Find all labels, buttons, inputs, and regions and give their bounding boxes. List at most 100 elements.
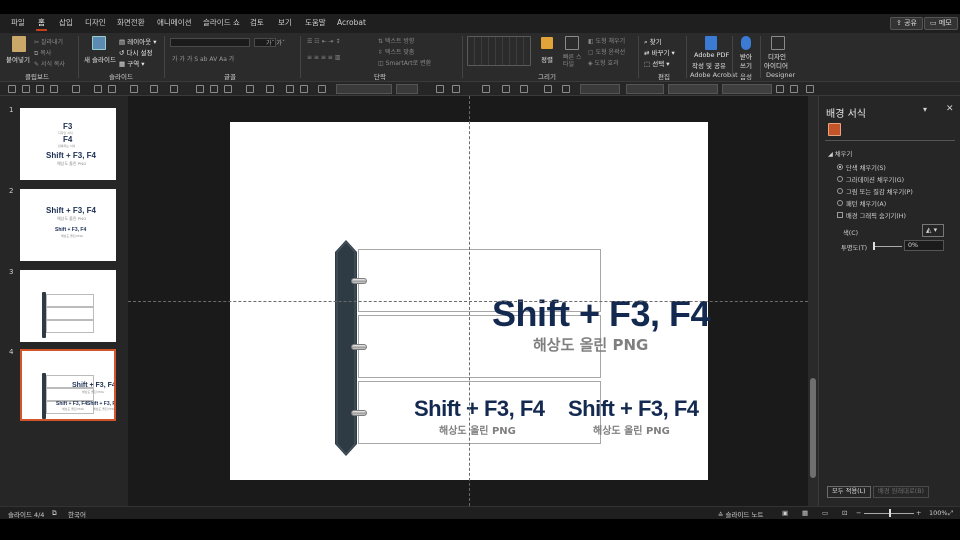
format-painter-button[interactable]: ✎ 서식 복사 — [34, 59, 65, 68]
tab-file[interactable]: 파일 — [9, 17, 27, 31]
slide-subtext-left[interactable]: 해상도 올린 PNG — [439, 422, 516, 437]
shapes-gallery[interactable] — [467, 36, 531, 66]
tab-slideshow[interactable]: 슬라이드 쇼 — [201, 17, 242, 31]
toolbar-icon[interactable] — [8, 85, 16, 93]
toolbar-combo[interactable] — [626, 84, 664, 94]
arrange-icon[interactable] — [541, 37, 553, 49]
tab-home[interactable]: 홈 — [36, 17, 47, 31]
toolbar-icon[interactable] — [210, 85, 218, 93]
toolbar-icon[interactable] — [544, 85, 552, 93]
designer-icon[interactable] — [771, 36, 785, 50]
apply-to-all-button[interactable]: 모두 적용(L) — [827, 486, 871, 498]
normal-view-icon[interactable]: ▣ — [782, 509, 788, 517]
shape-fill-button[interactable]: ◧ 도형 채우기 — [588, 36, 625, 45]
notes-button[interactable]: ≙ 슬라이드 노트 — [718, 509, 763, 519]
scrollbar-thumb[interactable] — [810, 378, 816, 478]
quick-styles-icon[interactable] — [565, 36, 579, 50]
toolbar-combo[interactable] — [668, 84, 718, 94]
new-slide-icon[interactable] — [92, 36, 106, 50]
font-format-row[interactable]: 가 가 가 S ab AV Aa 가 — [172, 54, 234, 63]
slide-subtitle[interactable]: 해상도 올린 PNG — [533, 334, 648, 355]
toolbar-icon[interactable] — [170, 85, 178, 93]
paste-button[interactable]: 붙여넣기 — [6, 54, 30, 64]
align-buttons[interactable]: ≡ ≡ ≡ ≡ ▥ — [307, 54, 340, 61]
slide-title[interactable]: Shift + F3, F4 — [492, 293, 711, 335]
solid-fill-radio[interactable] — [837, 164, 843, 170]
horizontal-guide[interactable] — [128, 301, 808, 302]
zoom-in-icon[interactable]: + — [916, 509, 921, 517]
reading-view-icon[interactable]: ▭ — [822, 509, 828, 517]
toolbar-icon[interactable] — [36, 85, 44, 93]
shape-outline-button[interactable]: ▢ 도형 윤곽선 — [588, 47, 625, 56]
slide-thumbnail-1[interactable]: F3 디자인 서식 F4 반복되는 서식 Shift + F3, F4 해상도 … — [20, 108, 116, 180]
toolbar-icon[interactable] — [50, 85, 58, 93]
transparency-slider-handle[interactable] — [873, 242, 875, 250]
pattern-fill-radio[interactable] — [837, 200, 843, 206]
copy-button[interactable]: ⧉ 복사 — [34, 48, 51, 58]
share-button[interactable]: ⇪ 공유 — [890, 17, 923, 30]
transparency-slider[interactable] — [874, 246, 902, 247]
replace-button[interactable]: ⇄ 바꾸기 ▾ — [644, 47, 675, 57]
toolbar-icon[interactable] — [130, 85, 138, 93]
toolbar-icon[interactable] — [776, 85, 784, 93]
zoom-level[interactable]: 100% — [929, 509, 948, 517]
toolbar-icon[interactable] — [22, 85, 30, 93]
toolbar-combo[interactable] — [396, 84, 418, 94]
slide-sorter-icon[interactable]: ▦ — [802, 509, 808, 517]
slide-text-left[interactable]: Shift + F3, F4 — [414, 396, 545, 422]
list-buttons[interactable]: ☰ ☷ ⇤ ⇥ ↕ — [307, 38, 340, 45]
tab-help[interactable]: 도움말 — [303, 17, 328, 31]
gradient-fill-radio[interactable] — [837, 176, 843, 182]
toolbar-icon[interactable] — [266, 85, 274, 93]
toolbar-combo[interactable] — [580, 84, 620, 94]
tab-view[interactable]: 보기 — [276, 17, 294, 31]
tab-insert[interactable]: 삽입 — [57, 17, 75, 31]
paste-icon[interactable] — [12, 36, 26, 52]
slide-thumbnail-3[interactable] — [20, 270, 116, 342]
toolbar-icon[interactable] — [108, 85, 116, 93]
zoom-slider-handle[interactable] — [889, 509, 891, 517]
adobe-pdf-button[interactable]: Adobe PDF — [694, 51, 729, 59]
microphone-icon[interactable] — [741, 36, 751, 50]
reset-button[interactable]: ↺ 다시 설정 — [119, 47, 153, 57]
picture-fill-radio[interactable] — [837, 188, 843, 194]
slide-thumbnail-4[interactable]: Shift + F3, F4 해상도 올린 PNG Shift + F3, F4… — [20, 349, 116, 421]
arrange-button[interactable]: 정렬 — [541, 54, 553, 64]
cut-button[interactable]: ✂ 잘라내기 — [34, 37, 63, 46]
reset-background-button[interactable]: 배경 원래대로(B) — [873, 486, 929, 498]
new-slide-button[interactable]: 새 슬라이드 — [84, 54, 116, 64]
section-button[interactable]: ▦ 구역 ▾ — [119, 58, 145, 68]
toolbar-icon[interactable] — [72, 85, 80, 93]
fill-bucket-icon[interactable] — [828, 123, 841, 136]
zoom-out-icon[interactable]: − — [856, 509, 861, 517]
fill-section-header[interactable]: ◢ 채우기 — [828, 149, 852, 158]
toolbar-icon[interactable] — [452, 85, 460, 93]
pane-options-chevron-icon[interactable]: ▾ — [923, 105, 927, 114]
toolbar-icon[interactable] — [502, 85, 510, 93]
toolbar-icon[interactable] — [436, 85, 444, 93]
designer-button-sub[interactable]: 아이디어 — [764, 60, 788, 70]
find-button[interactable]: ⌕ 찾기 — [644, 36, 662, 47]
toolbar-icon[interactable] — [224, 85, 232, 93]
align-text-button[interactable]: ⇳ 텍스트 맞춤 — [378, 47, 414, 56]
spellcheck-icon[interactable]: ⧉ — [52, 509, 57, 518]
toolbar-icon[interactable] — [246, 85, 254, 93]
toolbar-icon[interactable] — [196, 85, 204, 93]
text-direction-button[interactable]: ⇅ 텍스트 방향 — [378, 36, 414, 45]
toolbar-icon[interactable] — [300, 85, 308, 93]
color-picker-button[interactable]: ◭ ▾ — [922, 224, 944, 237]
close-icon[interactable]: ✕ — [946, 104, 954, 114]
fit-to-window-icon[interactable]: ⤢ — [948, 509, 953, 518]
font-name-combo[interactable] — [170, 38, 250, 47]
toolbar-icon[interactable] — [520, 85, 528, 93]
toolbar-icon[interactable] — [318, 85, 326, 93]
transparency-input[interactable]: 0% — [904, 240, 944, 251]
toolbar-icon[interactable] — [286, 85, 294, 93]
toolbar-icon[interactable] — [806, 85, 814, 93]
toolbar-icon[interactable] — [562, 85, 570, 93]
quick-styles-button[interactable]: 빠른 스타일 — [563, 54, 585, 68]
tab-animations[interactable]: 애니메이션 — [155, 17, 194, 31]
vertical-scrollbar[interactable] — [808, 96, 818, 506]
select-button[interactable]: ⬚ 선택 ▾ — [644, 58, 670, 68]
toolbar-combo[interactable] — [336, 84, 392, 94]
